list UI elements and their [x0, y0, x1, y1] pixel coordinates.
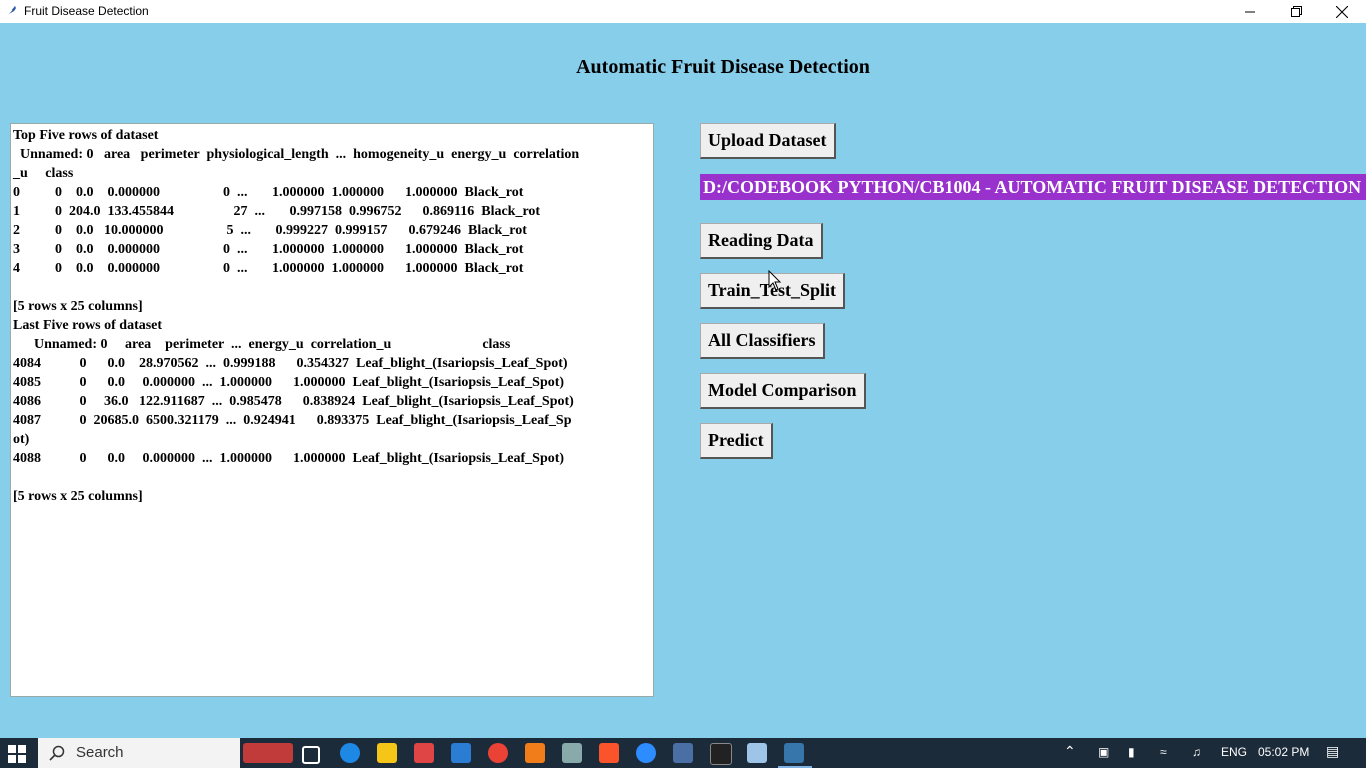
- output-line: Last Five rows of dataset: [13, 318, 163, 333]
- notepad-icon[interactable]: [747, 743, 767, 763]
- snipping-tool-icon[interactable]: [562, 743, 582, 763]
- windows-start-icon[interactable]: [8, 745, 26, 763]
- command-prompt-icon[interactable]: [710, 743, 732, 765]
- app-icon[interactable]: [414, 743, 434, 763]
- search-tool-icon[interactable]: [525, 743, 545, 763]
- predict-button[interactable]: Predict: [700, 423, 773, 459]
- output-line: 4086 0 36.0 122.911687 ... 0.985478 0.83…: [13, 394, 574, 409]
- edge-browser-icon[interactable]: [340, 743, 360, 763]
- model-comparison-button[interactable]: Model Comparison: [700, 373, 866, 409]
- mouse-cursor-icon: [768, 270, 782, 291]
- search-icon: [49, 745, 65, 761]
- all-classifiers-button[interactable]: All Classifiers: [700, 323, 825, 359]
- window-title: Fruit Disease Detection: [24, 4, 149, 18]
- app-main-area: Automatic Fruit Disease Detection Top Fi…: [0, 23, 1366, 738]
- zoom-icon[interactable]: [636, 743, 656, 763]
- window-titlebar: Fruit Disease Detection: [0, 0, 1366, 23]
- language-indicator[interactable]: ENG: [1221, 745, 1247, 759]
- dataset-path-label: D:/CODEBOOK PYTHON/CB1004 - AUTOMATIC FR…: [700, 174, 1366, 200]
- output-line: Top Five rows of dataset: [13, 128, 159, 143]
- battery-icon[interactable]: ▮: [1128, 745, 1135, 759]
- output-line: [5 rows x 25 columns]: [13, 489, 143, 504]
- output-line: ot): [13, 432, 30, 447]
- minimize-button[interactable]: [1227, 0, 1273, 23]
- restore-button[interactable]: [1273, 0, 1319, 23]
- file-explorer-icon[interactable]: [377, 743, 397, 763]
- feather-icon: [5, 6, 16, 18]
- chrome-icon[interactable]: [488, 743, 508, 763]
- output-line: 4 0 0.0 0.000000 0 ... 1.000000 1.000000…: [13, 261, 524, 276]
- notification-icon[interactable]: ▤: [1326, 743, 1339, 760]
- reading-data-button[interactable]: Reading Data: [700, 223, 823, 259]
- python-icon[interactable]: [784, 743, 804, 763]
- output-line: Unnamed: 0 area perimeter physiological_…: [13, 147, 580, 162]
- taskbar-search-box[interactable]: Search: [38, 738, 240, 768]
- output-line: 1 0 204.0 133.455844 27 ... 0.997158 0.9…: [13, 204, 541, 219]
- output-line: 4085 0 0.0 0.000000 ... 1.000000 1.00000…: [13, 375, 565, 390]
- output-line: 3 0 0.0 0.000000 0 ... 1.000000 1.000000…: [13, 242, 524, 257]
- clock[interactable]: 05:02 PM: [1258, 745, 1309, 759]
- output-line: [5 rows x 25 columns]: [13, 299, 143, 314]
- restore-icon: [1290, 6, 1302, 17]
- close-icon: [1336, 5, 1348, 18]
- output-line: Unnamed: 0 area perimeter ... energy_u c…: [13, 337, 511, 352]
- taskbar: Search ⌃ ▣ ▮ ≈ ♫ ENG 05:02 PM ▤: [0, 738, 1366, 768]
- output-line: 4088 0 0.0 0.000000 ... 1.000000 1.00000…: [13, 451, 565, 466]
- upload-dataset-button[interactable]: Upload Dataset: [700, 123, 836, 159]
- meet-icon[interactable]: ▣: [1098, 745, 1109, 759]
- vscode-icon[interactable]: [451, 743, 471, 763]
- screen-recorder-icon[interactable]: [673, 743, 693, 763]
- chevron-up-icon[interactable]: ⌃: [1064, 743, 1076, 760]
- volume-icon[interactable]: ♫: [1192, 745, 1201, 759]
- output-line: 4084 0 0.0 28.970562 ... 0.999188 0.3543…: [13, 356, 568, 371]
- output-line: 0 0 0.0 0.000000 0 ... 1.000000 1.000000…: [13, 185, 524, 200]
- close-button[interactable]: [1319, 0, 1365, 23]
- task-view-icon[interactable]: [302, 746, 320, 764]
- output-line: 2 0 0.0 10.000000 5 ... 0.999227 0.99915…: [13, 223, 527, 238]
- brave-browser-icon[interactable]: [599, 743, 619, 763]
- output-textbox[interactable]: Top Five rows of dataset Unnamed: 0 area…: [10, 123, 654, 697]
- train-widget-icon[interactable]: [243, 743, 293, 763]
- search-placeholder: Search: [76, 744, 124, 761]
- output-line: 4087 0 20685.0 6500.321179 ... 0.924941 …: [13, 413, 572, 428]
- wifi-icon[interactable]: ≈: [1160, 745, 1167, 759]
- page-title: Automatic Fruit Disease Detection: [576, 56, 870, 78]
- minimize-icon: [1244, 11, 1255, 13]
- output-line: _u class: [13, 166, 74, 181]
